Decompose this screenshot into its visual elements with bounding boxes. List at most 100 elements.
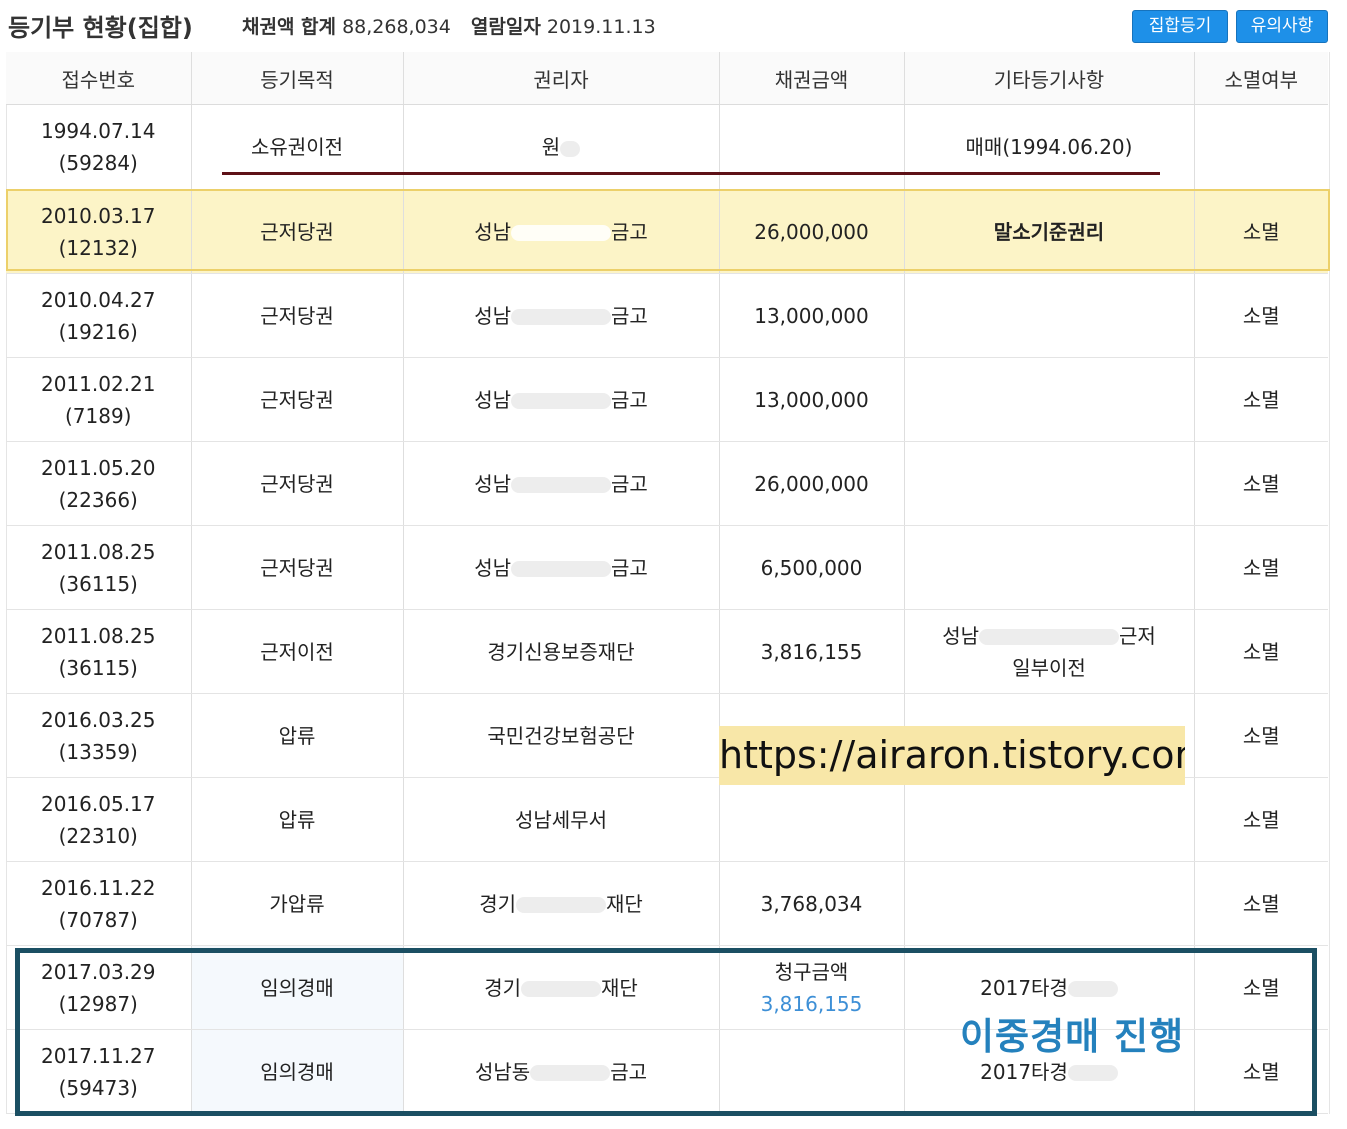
amount-cell: 13,000,000 — [719, 357, 905, 442]
receipt-date: 2011.08.25 — [40, 539, 156, 564]
etc-cell: 말소기준권리 — [904, 189, 1195, 274]
notes-button[interactable]: 유의사항 — [1236, 10, 1328, 43]
holder-cell: 성남 금고 — [403, 273, 720, 358]
registry-table: 접수번호 등기목적 권리자 채권금액 기타등기사항 소멸여부 1994.07.1… — [6, 52, 1328, 1114]
purpose-cell: 근저당권 — [191, 273, 404, 358]
redacted-mask — [511, 225, 611, 241]
receipt-no: (36115) — [58, 571, 138, 596]
status-cell: 소멸 — [1194, 525, 1328, 610]
table-row: 2011.02.21 (7189) 근저당권 성남 금고 13,000,000 소멸 — [6, 357, 1328, 442]
status-cell: 소멸 — [1194, 189, 1328, 274]
etc-cell — [904, 777, 1195, 862]
claim-amount-value: 3,816,155 — [760, 991, 863, 1016]
receipt-no: (19216) — [58, 319, 138, 344]
holder-cell: 성남 금고 — [403, 441, 720, 526]
holder-name: 경기신용보증재단 — [487, 639, 635, 664]
receipt-cell: 2017.03.29 (12987) — [6, 945, 192, 1030]
redacted-mask — [511, 477, 611, 493]
holder-tail: 금고 — [611, 219, 648, 244]
redacted-mask — [560, 140, 581, 157]
table-row: 2016.11.22 (70787) 가압류 경기 재단 3,768,034 소멸 — [6, 861, 1328, 946]
bond-total-value: 88,268,034 — [342, 16, 451, 38]
redacted-mask — [511, 393, 611, 409]
holder-cell: 성남세무서 — [403, 777, 720, 862]
summary-info: 채권액 합계 88,268,034 열람일자 2019.11.13 — [242, 12, 656, 39]
purpose-cell: 근저당권 — [191, 189, 404, 274]
etc-text-line2: 일부이전 — [1012, 655, 1086, 680]
holder-name: 성남 — [474, 555, 511, 580]
dual-auction-label: 이중경매 진행 — [960, 1015, 1185, 1058]
etc-cell — [904, 357, 1195, 442]
receipt-no: (59473) — [58, 1075, 138, 1100]
holder-tail: 금고 — [611, 387, 648, 412]
col-header-amount: 채권금액 — [719, 52, 905, 105]
watermark-url: https://airaron.tistory.com — [719, 726, 1185, 785]
group-registry-button[interactable]: 집합등기 — [1132, 10, 1228, 43]
header-bar: 등기부 현황(집합) 채권액 합계 88,268,034 열람일자 2019.1… — [0, 0, 1347, 52]
etc-text: 성남 — [942, 623, 979, 648]
redacted-mask — [511, 309, 611, 325]
receipt-cell: 2011.08.25 (36115) — [6, 525, 192, 610]
holder-tail: 금고 — [611, 303, 648, 328]
receipt-no: (59284) — [58, 151, 138, 175]
redacted-mask — [530, 1065, 611, 1081]
purpose-cell: 소유권이전 — [191, 104, 404, 190]
holder-name: 경기 — [484, 975, 521, 1000]
holder-cell: 국민건강보험공단 — [403, 693, 720, 778]
receipt-no: (22366) — [58, 487, 138, 512]
table-row: 2010.04.27 (19216) 근저당권 성남 금고 13,000,000 소… — [6, 273, 1328, 358]
amount-cell: 3,768,034 — [719, 861, 905, 946]
view-date-value: 2019.11.13 — [546, 16, 656, 38]
table-row: 2011.08.25 (36115) 근저당권 성남 금고 6,500,000 소멸 — [6, 525, 1328, 610]
holder-cell: 성남 금고 — [403, 189, 720, 274]
status-cell: 소멸 — [1194, 1029, 1328, 1114]
receipt-date: 2011.02.21 — [40, 371, 156, 396]
receipt-date: 2016.05.17 — [40, 791, 156, 816]
status-cell: 소멸 — [1194, 273, 1328, 358]
receipt-no: (36115) — [58, 655, 138, 680]
holder-cell: 경기신용보증재단 — [403, 609, 720, 694]
table-row: 1994.07.14 (59284) 소유권이전 원 매매(1994.06.20) — [6, 104, 1328, 190]
amount-cell: 청구금액 3,816,155 — [719, 945, 905, 1030]
amount-cell — [719, 1029, 905, 1114]
receipt-date: 2011.08.25 — [40, 623, 156, 648]
etc-cell — [904, 861, 1195, 946]
purpose-cell: 근저당권 — [191, 441, 404, 526]
holder-tail: 금고 — [611, 555, 648, 580]
status-cell: 소멸 — [1194, 861, 1328, 946]
page-title: 등기부 현황(집합) — [8, 14, 193, 42]
table-row: 2011.05.20 (22366) 근저당권 성남 금고 26,000,000 소… — [6, 441, 1328, 526]
redacted-mask — [1067, 1065, 1118, 1081]
receipt-date: 1994.07.14 — [40, 119, 156, 143]
etc-cell — [904, 273, 1195, 358]
receipt-cell: 2010.04.27 (19216) — [6, 273, 192, 358]
purpose-cell: 압류 — [191, 777, 404, 862]
receipt-no: (13359) — [58, 739, 138, 764]
purpose-cell: 가압류 — [191, 861, 404, 946]
col-header-status: 소멸여부 — [1194, 52, 1328, 105]
amount-cell: 26,000,000 — [719, 189, 905, 274]
holder-name: 성남 — [474, 387, 511, 412]
holder-tail: 금고 — [611, 471, 648, 496]
table-header-row: 접수번호 등기목적 권리자 채권금액 기타등기사항 소멸여부 — [6, 52, 1328, 105]
holder-cell: 성남동 금고 — [403, 1029, 720, 1114]
holder-cell: 성남 금고 — [403, 357, 720, 442]
receipt-cell: 2011.05.20 (22366) — [6, 441, 192, 526]
receipt-cell: 2011.08.25 (36115) — [6, 609, 192, 694]
holder-name: 성남 — [474, 219, 511, 244]
status-cell: 소멸 — [1194, 945, 1328, 1030]
holder-cell: 경기 재단 — [403, 945, 720, 1030]
receipt-cell: 2010.03.17 (12132) — [6, 189, 192, 274]
etc-tail: 근저 — [1119, 623, 1156, 648]
amount-cell — [719, 104, 905, 190]
receipt-date: 2010.04.27 — [40, 287, 156, 312]
receipt-cell: 2011.02.21 (7189) — [6, 357, 192, 442]
col-header-receipt: 접수번호 — [6, 52, 192, 105]
holder-cell: 원 — [403, 104, 720, 190]
status-cell — [1194, 104, 1328, 190]
bond-total-label: 채권액 합계 — [242, 16, 337, 38]
col-header-holder: 권리자 — [403, 52, 720, 105]
claim-amount-label: 청구금액 — [774, 959, 849, 984]
receipt-no: (12987) — [58, 991, 138, 1016]
etc-cell — [904, 525, 1195, 610]
